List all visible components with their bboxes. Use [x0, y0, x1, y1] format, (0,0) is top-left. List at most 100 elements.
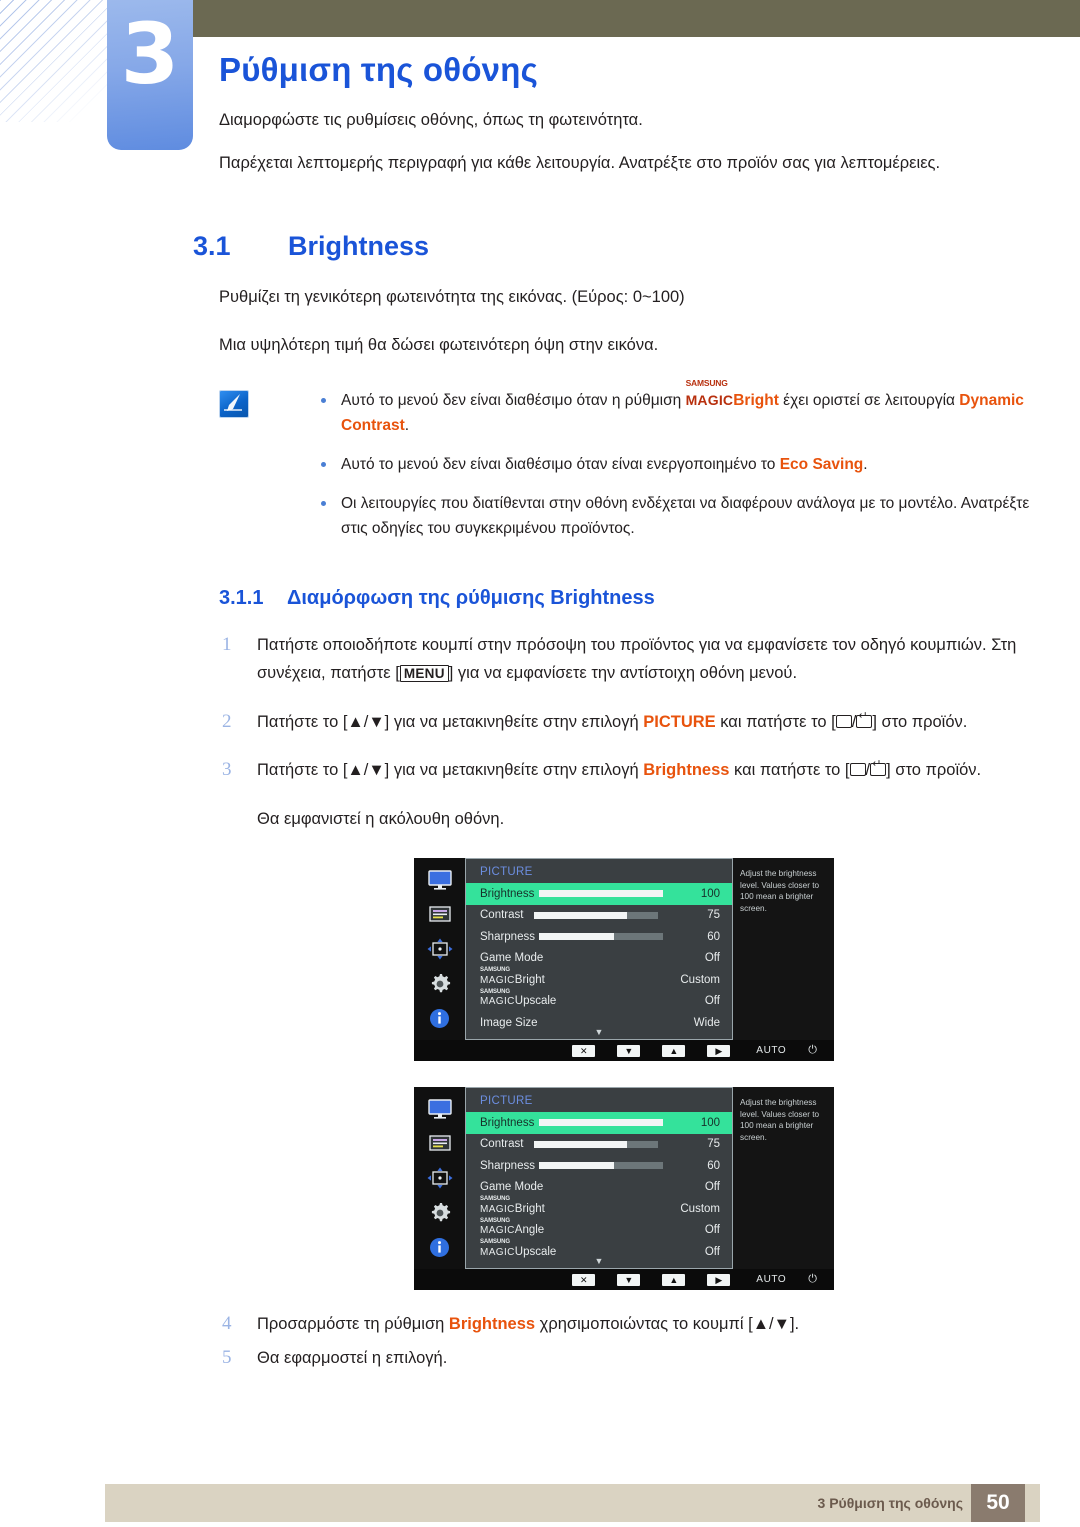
osd-row-value: 60: [707, 1159, 720, 1172]
note-bullet-3: Οι λειτουργίες που διατίθενται στην οθόν…: [315, 491, 1038, 541]
auto-button[interactable]: AUTO: [756, 1045, 786, 1056]
osd-menu-panel-2: PICTURE Brightness 100 Contrast 75 Sharpness…: [465, 1087, 733, 1269]
gear-icon[interactable]: [425, 1200, 455, 1226]
step-3-highlight: Brightness: [643, 761, 730, 779]
subsection-heading: 3.1.1 Διαμόρφωση της ρύθμισης Brightness: [219, 585, 1038, 611]
note-bullet-1-text-c: .: [404, 417, 410, 434]
osd-list-icon[interactable]: [425, 1131, 455, 1157]
monitor-icon[interactable]: [425, 1096, 455, 1122]
osd-row-label: Game Mode: [480, 1181, 544, 1194]
step-3-subnote: Θα εμφανιστεί η ακόλουθη οθόνη.: [257, 810, 505, 828]
osd-row[interactable]: Game Mode Off: [466, 948, 732, 970]
osd-row-value: Custom: [680, 973, 720, 986]
osd-row[interactable]: Contrast 75: [466, 1134, 732, 1156]
chapter-title: Ρύθμιση της οθόνης: [219, 51, 538, 88]
osd-row[interactable]: Sharpness 60: [466, 926, 732, 948]
osd-slider[interactable]: [539, 1162, 664, 1170]
source-key-icon: [849, 763, 866, 776]
enter-key-icon: [856, 711, 873, 728]
osd-row-label: Contrast: [480, 1138, 524, 1151]
step-1-text-b: ] για να εμφανίσετε την αντίστοιχη οθόνη…: [448, 664, 798, 682]
step-3-number: 3: [222, 759, 232, 780]
osd-row-value: Wide: [693, 1016, 720, 1029]
osd-slider[interactable]: [533, 1140, 658, 1148]
osd-row-label: SAMSUNG MAGICAngle: [480, 1218, 545, 1237]
manual-page: 3 Ρύθμιση της οθόνης Διαμορφώστε τις ρυθ…: [0, 0, 1080, 1527]
right-arrow-icon[interactable]: ▶: [707, 1044, 731, 1057]
osd-scroll-caret[interactable]: ▼: [595, 1257, 604, 1266]
osd-row-label: Brightness: [480, 1116, 535, 1129]
osd-row[interactable]: Brightness 100: [466, 1112, 732, 1134]
steps-list-continued: 4 Προσαρμόστε τη ρύθμιση Brightness χρησι…: [219, 1310, 1038, 1372]
osd-row-label: Game Mode: [480, 952, 544, 965]
step-5-text-a: Θα εφαρμοστεί η επιλογή.: [257, 1349, 448, 1367]
chapter-intro: Διαμορφώστε τις ρυθμίσεις οθόνης, όπως τ…: [193, 107, 1038, 176]
osd-slider[interactable]: [539, 1119, 664, 1127]
samsung-wordmark: SAMSUNG: [480, 967, 510, 974]
step-2-text-c: ] στο προϊόν.: [872, 713, 968, 731]
up-arrow-icon[interactable]: ▲: [662, 1044, 686, 1057]
osd-scroll-caret[interactable]: ▼: [595, 1028, 604, 1037]
page-content: Ρύθμιση της οθόνης Διαμορφώστε τις ρυθμί…: [193, 38, 1038, 1372]
osd-row-value: Off: [704, 995, 720, 1008]
osd-row-slider-cell: [535, 933, 668, 941]
osd-slider[interactable]: [539, 890, 664, 898]
osd-row[interactable]: SAMSUNG MAGICAngle Off: [466, 1218, 732, 1242]
magic-wordmark: MAGIC: [480, 1246, 515, 1258]
osd-row-value: 100: [700, 887, 720, 900]
step-4-text-b: χρησιμοποιώντας το κουμπί [▲/▼].: [535, 1315, 800, 1333]
section-paragraph-1: Ρυθμίζει τη γενικότερη φωτεινότητα της ε…: [219, 288, 685, 306]
osd-help-text-2: Adjust the brightness level. Values clos…: [733, 1087, 834, 1269]
osd-row-value: 75: [707, 1138, 720, 1151]
osd-screenshot-1: PICTURE Brightness 100 Contrast 75 Sharpness…: [414, 858, 834, 1061]
osd-screenshot-2: PICTURE Brightness 100 Contrast 75 Sharpness…: [414, 1087, 834, 1290]
power-icon[interactable]: ⏻: [808, 1273, 817, 1286]
samsung-magic-logo: SAMSUNG MAGICBright: [480, 967, 545, 986]
auto-button[interactable]: AUTO: [756, 1274, 786, 1285]
steps-list: 1 Πατήστε οποιοδήποτε κουμπί στην πρόσοψη…: [219, 631, 1038, 832]
osd-row[interactable]: SAMSUNG MAGICUpscale Off: [466, 988, 732, 1013]
samsung-wordmark: SAMSUNG: [480, 988, 510, 995]
info-icon[interactable]: [425, 1234, 455, 1260]
step-1: 1 Πατήστε οποιοδήποτε κουμπί στην πρόσοψη…: [219, 631, 1038, 688]
note-bullet-1-text-a: Αυτό το μενού δεν είναι διαθέσιμο όταν η…: [341, 392, 686, 409]
down-arrow-icon[interactable]: ▼: [617, 1044, 641, 1057]
osd-slider[interactable]: [539, 933, 664, 941]
step-3: 3 Πατήστε το [▲/▼] για να μετακινηθείτε σ…: [219, 756, 1038, 832]
osd-row[interactable]: Game Mode Off: [466, 1177, 732, 1199]
chapter-number: 3: [120, 5, 180, 103]
osd-row-slider-cell: [534, 1119, 668, 1127]
osd-row-label: Sharpness: [480, 930, 535, 943]
samsung-magic-logo: SAMSUNG MAGICBright: [480, 1196, 545, 1215]
osd-slider[interactable]: [533, 911, 658, 919]
close-icon[interactable]: ✕: [572, 1044, 596, 1057]
step-4-number: 4: [222, 1313, 232, 1334]
osd-row[interactable]: SAMSUNG MAGICBright Custom: [466, 1196, 732, 1220]
osd-row-label: Brightness: [480, 887, 535, 900]
osd-list-icon[interactable]: [425, 902, 455, 928]
osd-row[interactable]: Sharpness 60: [466, 1155, 732, 1177]
gear-icon[interactable]: [425, 971, 455, 997]
close-icon[interactable]: ✕: [572, 1273, 596, 1286]
note-pencil-icon: [219, 390, 249, 418]
subsection-number: 3.1.1: [219, 587, 264, 609]
osd-row[interactable]: Brightness 100: [466, 883, 732, 905]
up-arrow-icon[interactable]: ▲: [662, 1273, 686, 1286]
osd-row[interactable]: SAMSUNG MAGICBright Custom: [466, 967, 732, 991]
position-arrows-icon[interactable]: [425, 1165, 455, 1191]
power-icon[interactable]: ⏻: [808, 1044, 817, 1057]
osd-row[interactable]: Contrast 75: [466, 905, 732, 927]
magic-suffix: Upscale: [514, 1245, 557, 1258]
footer-chapter-label: 3 Ρύθμιση της οθόνης: [817, 1495, 963, 1511]
samsung-wordmark: SAMSUNG: [480, 1239, 510, 1246]
magic-suffix: Bright: [514, 973, 545, 986]
right-arrow-icon[interactable]: ▶: [707, 1273, 731, 1286]
down-arrow-icon[interactable]: ▼: [617, 1273, 641, 1286]
osd-row-label: Sharpness: [480, 1159, 535, 1172]
magic-suffix: Angle: [514, 1224, 545, 1237]
osd-rows-2: Brightness 100 Contrast 75 Sharpness 60 Game M…: [466, 1112, 732, 1263]
osd-button-bar-2: ✕ ▼ ▲ ▶ AUTO ⏻: [414, 1269, 834, 1290]
info-icon[interactable]: [425, 1005, 455, 1031]
position-arrows-icon[interactable]: [425, 936, 455, 962]
monitor-icon[interactable]: [425, 867, 455, 893]
